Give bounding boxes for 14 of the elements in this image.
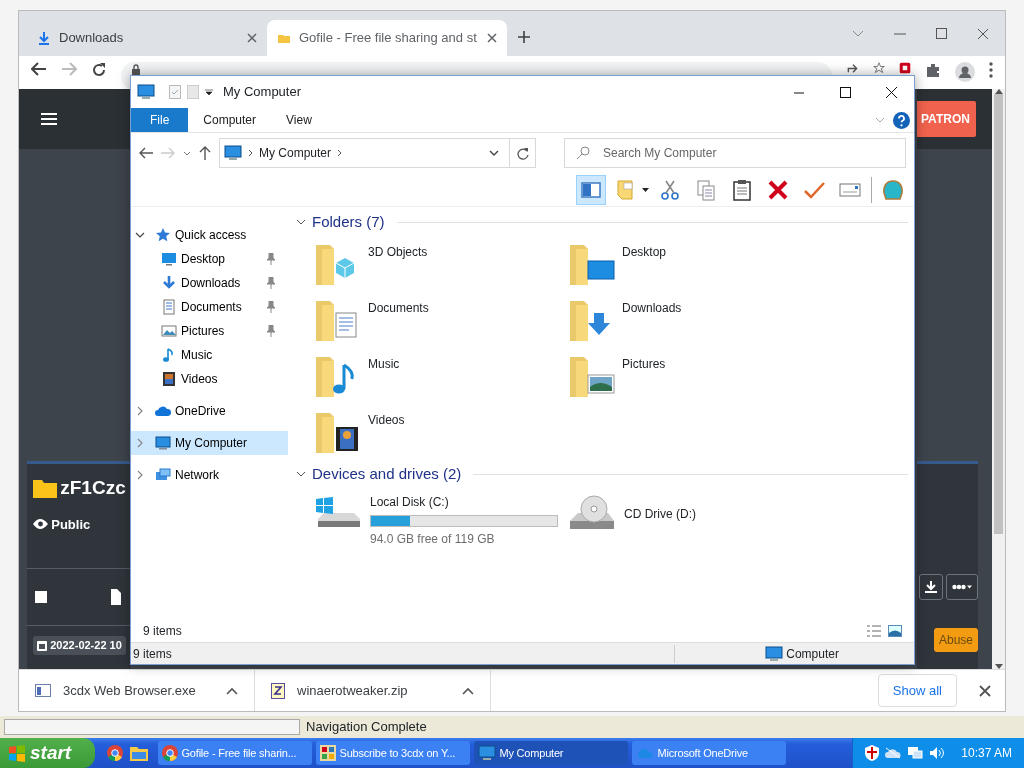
item-count: 9 items [131,644,675,663]
location-text: Computer [786,645,839,663]
tab-label: Gofile - Free file sharing and st [299,29,478,48]
folder-name: zF1Czc [60,476,126,500]
status-text: Navigation Complete [306,718,427,737]
item-count: 9 items [143,623,182,640]
drive-free-space: 94.0 GB free of 119 GB [370,531,496,548]
file-name: 3cdx Web Browser.exe [63,681,197,700]
clock: 10:37 AM [961,745,1012,762]
date-text: 2022-02-22 10 [50,638,122,653]
tab-label: Downloads [59,29,125,48]
visibility-label: Public [51,515,91,534]
window-title: My Computer [223,83,302,102]
file-name: winaerotweaker.zip [297,681,409,700]
